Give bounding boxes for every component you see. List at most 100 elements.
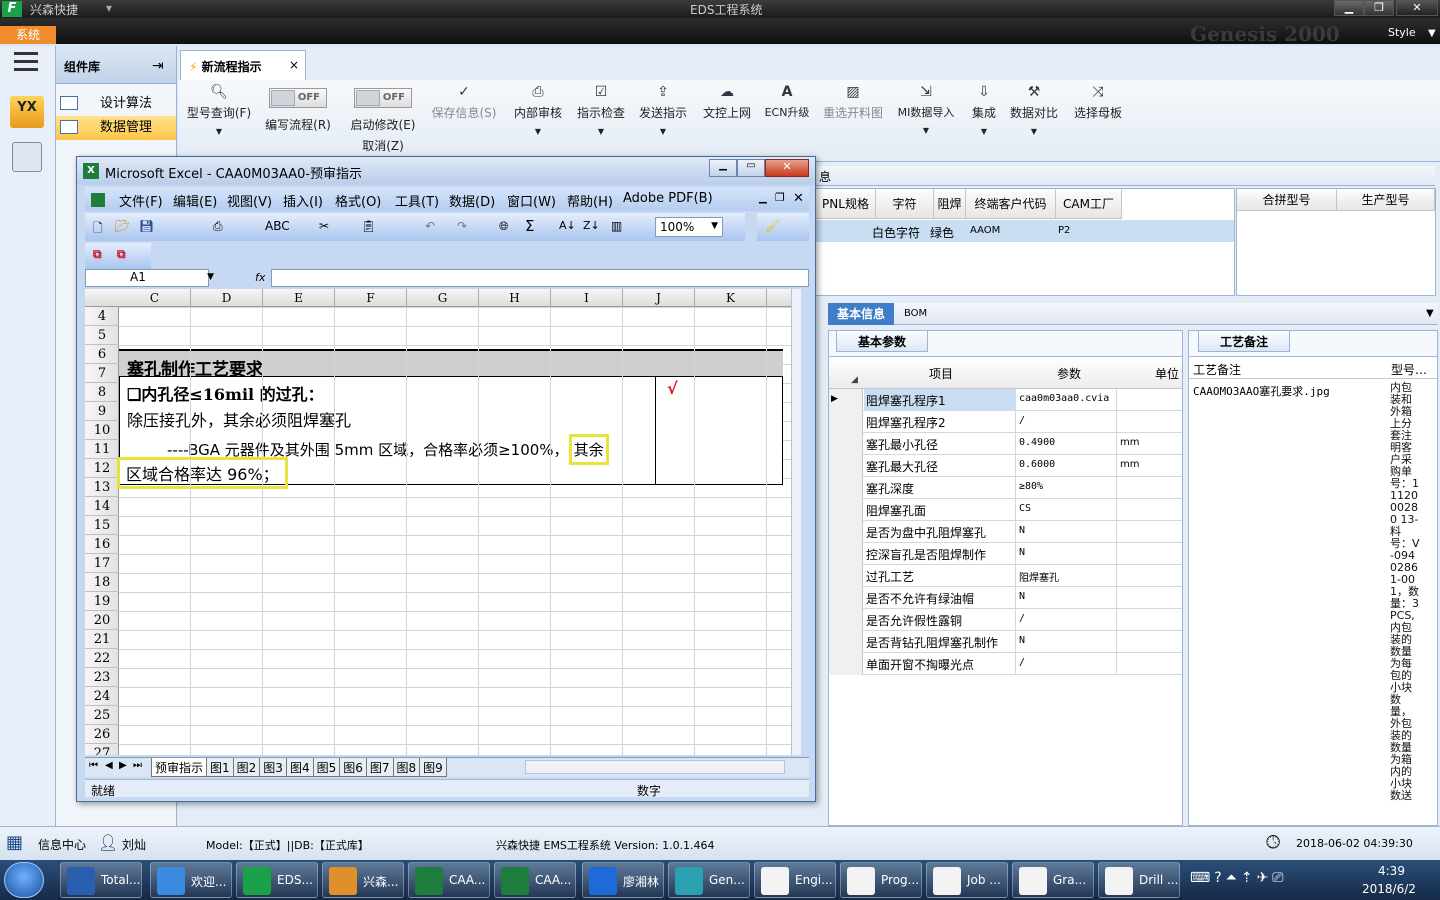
tab-basic-info[interactable]: 基本信息 bbox=[828, 303, 894, 325]
taskbar-item[interactable]: 兴森... bbox=[322, 862, 404, 898]
chart-icon[interactable]: ▥ bbox=[611, 219, 622, 233]
row-header[interactable]: 26 bbox=[85, 725, 119, 744]
col-header-pnl[interactable]: PNL规格 bbox=[816, 189, 876, 219]
prev-sheet-icon[interactable]: ◀ bbox=[105, 760, 113, 771]
taskbar-item[interactable]: CAA... bbox=[408, 862, 490, 898]
param-item-cell[interactable]: 单面开窗不掏曝光点 bbox=[864, 653, 1016, 675]
param-item-cell[interactable]: 阻焊塞孔程序1 bbox=[864, 389, 1016, 411]
model-query-button[interactable]: 🔍︎ 型号查询(F) ▼ bbox=[184, 84, 254, 136]
menu-insert[interactable]: 插入(I) bbox=[283, 191, 323, 210]
param-unit-cell[interactable] bbox=[1118, 477, 1180, 499]
taskbar-item[interactable]: Prog... bbox=[840, 862, 922, 898]
sort-desc-icon[interactable]: Z↓ bbox=[583, 219, 600, 232]
write-process-toggle-group[interactable]: OFF 编写流程(R) bbox=[262, 84, 334, 133]
param-value-cell[interactable]: CS bbox=[1017, 499, 1117, 521]
param-value-cell[interactable]: N bbox=[1017, 587, 1117, 609]
info-grid-row[interactable]: 白色字符 绿色 AAOM P2 bbox=[816, 220, 1234, 242]
remark-header[interactable]: 工艺备注 bbox=[1193, 361, 1241, 378]
param-row[interactable]: 控深盲孔是否阻焊制作 N bbox=[829, 543, 1182, 565]
col-header-cam-factory[interactable]: CAM工厂 bbox=[1056, 189, 1122, 219]
param-unit-cell[interactable] bbox=[1118, 521, 1180, 543]
redo-icon[interactable]: ↷ bbox=[457, 219, 467, 233]
sheet-tab[interactable]: 图4 bbox=[285, 758, 314, 777]
spellcheck-icon[interactable]: ABC bbox=[265, 219, 290, 233]
chevron-down-icon[interactable]: ▼ bbox=[1426, 308, 1434, 319]
formula-bar[interactable] bbox=[271, 269, 809, 287]
param-item-cell[interactable]: 塞孔最大孔径 bbox=[864, 455, 1016, 477]
param-row[interactable]: 塞孔深度 ≥80% bbox=[829, 477, 1182, 499]
row-selector[interactable] bbox=[829, 521, 863, 543]
integrate-button[interactable]: ⇩ 集成 ▼ bbox=[966, 84, 1002, 136]
internal-review-button[interactable]: ⎙ 内部审核 ▼ bbox=[508, 84, 568, 136]
param-value-cell[interactable]: 阻焊塞孔 bbox=[1017, 565, 1117, 587]
param-value-cell[interactable]: 0.4900 bbox=[1017, 433, 1117, 455]
col-header-mask[interactable]: 阻焊 bbox=[934, 189, 966, 219]
row-selector[interactable] bbox=[829, 565, 863, 587]
menu-file[interactable]: 文件(F) bbox=[119, 191, 163, 210]
taskbar-item[interactable]: Total... bbox=[60, 862, 142, 898]
column-header[interactable]: K bbox=[695, 289, 767, 307]
remark-file-item[interactable]: CAAOMO3AAO塞孔要求.jpg bbox=[1193, 383, 1330, 399]
hamburger-icon[interactable] bbox=[14, 52, 38, 72]
row-selector[interactable] bbox=[829, 499, 863, 521]
calculator-icon[interactable] bbox=[12, 142, 42, 172]
param-col-unit[interactable]: 单位 bbox=[1155, 365, 1179, 382]
col-header-char[interactable]: 字符 bbox=[876, 189, 934, 219]
row-header[interactable]: 8 bbox=[85, 383, 119, 402]
param-unit-cell[interactable] bbox=[1118, 389, 1180, 411]
column-header[interactable]: J bbox=[623, 289, 695, 307]
maximize-button[interactable]: ❐ bbox=[1364, 0, 1394, 16]
print-icon[interactable]: ⎙ bbox=[213, 219, 223, 234]
param-unit-cell[interactable] bbox=[1118, 543, 1180, 565]
row-header[interactable]: 22 bbox=[85, 649, 119, 668]
doc-control-online-button[interactable]: ☁ 文控上网 bbox=[698, 84, 756, 121]
param-value-cell[interactable]: caa0m03aa0.cvia bbox=[1017, 389, 1117, 411]
param-value-cell[interactable]: ≥80% bbox=[1017, 477, 1117, 499]
mi-data-import-button[interactable]: ⇲ MI数据导入 ▼ bbox=[892, 84, 960, 135]
param-item-cell[interactable]: 过孔工艺 bbox=[864, 565, 1016, 587]
param-item-cell[interactable]: 是否为盘中孔阻焊塞孔 bbox=[864, 521, 1016, 543]
next-sheet-icon[interactable]: ▶ bbox=[119, 760, 127, 771]
column-header[interactable]: H bbox=[479, 289, 551, 307]
send-instruction-button[interactable]: ⇪ 发送指示 ▼ bbox=[634, 84, 692, 136]
param-item-cell[interactable]: 控深盲孔是否阻焊制作 bbox=[864, 543, 1016, 565]
param-item-cell[interactable]: 塞孔最小孔径 bbox=[864, 433, 1016, 455]
param-value-cell[interactable]: N bbox=[1017, 631, 1117, 653]
menu-data[interactable]: 数据(D) bbox=[449, 191, 495, 210]
nav-item-design-algorithm[interactable]: 设计算法 bbox=[56, 92, 176, 116]
param-row[interactable]: 过孔工艺 阻焊塞孔 bbox=[829, 565, 1182, 587]
param-value-cell[interactable]: / bbox=[1017, 411, 1117, 433]
row-selector[interactable] bbox=[829, 631, 863, 653]
open-icon[interactable]: 📂︎ bbox=[115, 219, 130, 233]
instruction-check-button[interactable]: ☑ 指示检查 ▼ bbox=[572, 84, 630, 136]
new-icon[interactable]: 🗋 bbox=[93, 219, 103, 240]
sheet-tab[interactable]: 图3 bbox=[259, 758, 287, 777]
close-button[interactable]: ✕ bbox=[1396, 0, 1438, 16]
row-selector[interactable] bbox=[829, 609, 863, 631]
taskbar-time[interactable]: 4:39 bbox=[1378, 864, 1405, 878]
taskbar-item[interactable]: EDS... bbox=[236, 862, 318, 898]
column-header[interactable]: E bbox=[263, 289, 335, 307]
row-header[interactable]: 17 bbox=[85, 554, 119, 573]
row-selector[interactable] bbox=[829, 653, 863, 675]
param-row[interactable]: ▶ 阻焊塞孔程序1 caa0m03aa0.cvia bbox=[829, 389, 1182, 411]
dropdown-icon[interactable]: ▾ bbox=[106, 1, 112, 15]
row-selector[interactable] bbox=[829, 411, 863, 433]
autosum-icon[interactable]: Σ bbox=[525, 217, 534, 235]
vertical-scrollbar[interactable] bbox=[791, 289, 801, 755]
save-icon[interactable]: 💾︎ bbox=[139, 219, 154, 233]
info-section-tab[interactable]: 息 bbox=[815, 166, 1435, 186]
row-selector[interactable] bbox=[829, 543, 863, 565]
taskbar-item[interactable]: Job ... bbox=[926, 862, 1008, 898]
system-menu-button[interactable]: 系统 bbox=[0, 26, 56, 44]
param-unit-cell[interactable]: mm bbox=[1118, 433, 1180, 455]
param-row[interactable]: 阻焊塞孔程序2/ bbox=[829, 411, 1182, 433]
row-header[interactable]: 25 bbox=[85, 706, 119, 725]
row-header[interactable]: 27 bbox=[85, 744, 119, 755]
row-selector[interactable] bbox=[829, 433, 863, 455]
menu-tools[interactable]: 工具(T) bbox=[395, 191, 439, 210]
sheet-tab[interactable]: 图8 bbox=[392, 758, 421, 777]
row-header[interactable]: 19 bbox=[85, 592, 119, 611]
start-button[interactable] bbox=[4, 862, 44, 898]
param-item-cell[interactable]: 是否不允许有绿油帽 bbox=[864, 587, 1016, 609]
